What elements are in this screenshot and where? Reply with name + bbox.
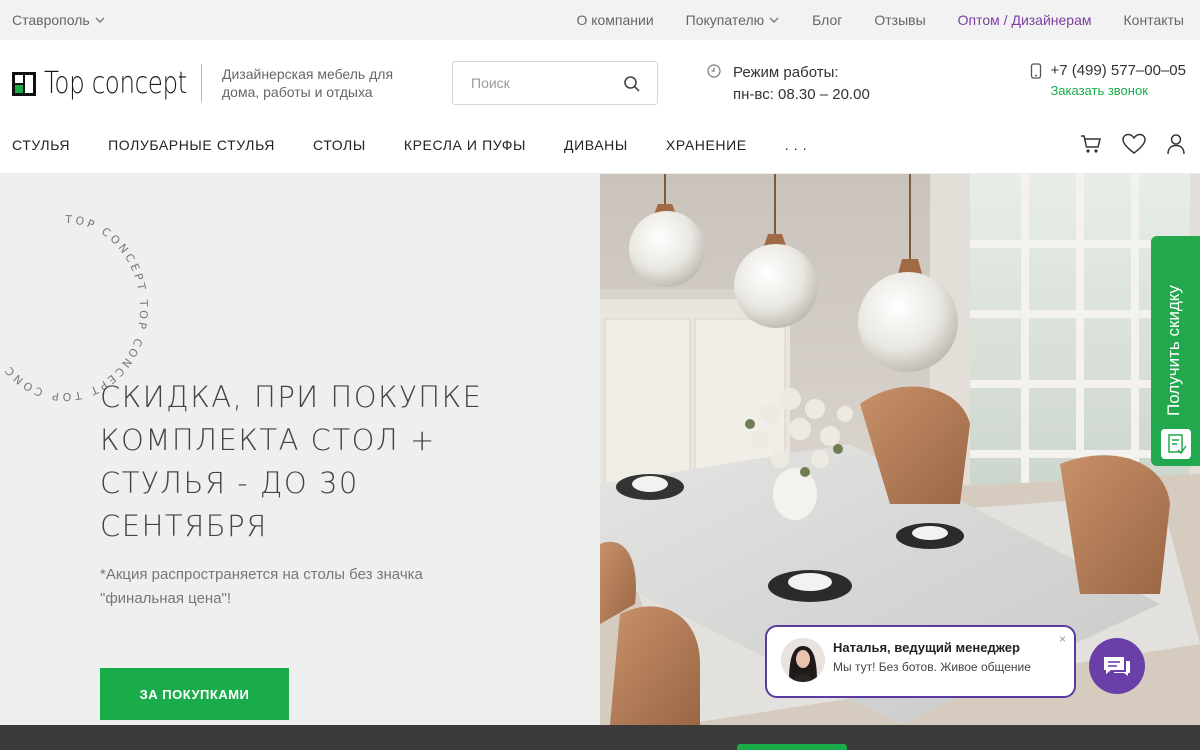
- city-label: Ставрополь: [12, 12, 90, 28]
- cart-icon[interactable]: [1080, 133, 1102, 155]
- category-chairs[interactable]: СТУЛЬЯ: [12, 137, 70, 153]
- category-sofas[interactable]: ДИВАНЫ: [564, 137, 628, 153]
- phone-icon: [1031, 62, 1042, 79]
- manager-avatar: [781, 638, 825, 682]
- top-nav-buyer-label: Покупателю: [685, 12, 765, 28]
- top-nav: О компании Покупателю Блог Отзывы Оптом …: [576, 12, 1184, 28]
- hours-label: Режим работы:: [733, 64, 839, 81]
- search-icon[interactable]: [623, 75, 641, 93]
- top-nav-about[interactable]: О компании: [576, 12, 653, 28]
- chat-message: Мы тут! Без ботов. Живое общение: [833, 660, 1031, 674]
- phone-block: +7 (499) 577–00–05 Заказать звонок: [1030, 62, 1186, 98]
- phone-link[interactable]: +7 (499) 577–00–05: [1030, 62, 1186, 79]
- header: Top concept Дизайнерская мебель для дома…: [0, 40, 1200, 126]
- hero-title: СКИДКА, ПРИ ПОКУПКЕ КОМПЛЕКТА СТОЛ + СТУ…: [100, 380, 483, 543]
- search-box: [452, 61, 658, 105]
- form-icon: [1161, 429, 1191, 459]
- callback-link[interactable]: Заказать звонок: [1050, 83, 1186, 98]
- clock-icon: [707, 64, 721, 78]
- bottom-green-button[interactable]: [737, 744, 847, 750]
- chat-popup[interactable]: Наталья, ведущий менеджер Мы тут! Без бо…: [765, 625, 1076, 698]
- phone-number: +7 (499) 577–00–05: [1050, 62, 1186, 79]
- category-more[interactable]: . . .: [785, 137, 807, 153]
- logo-text: Top concept: [44, 66, 187, 101]
- logo-mark-icon: [12, 71, 36, 96]
- shop-now-button[interactable]: ЗА ПОКУПКАМИ: [100, 668, 289, 720]
- header-icons: [1080, 133, 1186, 155]
- chat-close-icon[interactable]: ×: [1059, 632, 1066, 646]
- category-bar-chairs[interactable]: ПОЛУБАРНЫЕ СТУЛЬЯ: [108, 137, 275, 153]
- header-divider: [201, 64, 202, 102]
- city-selector[interactable]: Ставрополь: [12, 12, 106, 28]
- chat-open-button[interactable]: [1089, 638, 1145, 694]
- bottom-bar: [0, 725, 1200, 750]
- category-storage[interactable]: ХРАНЕНИЕ: [666, 137, 747, 153]
- get-discount-tab[interactable]: Получить скидку: [1151, 236, 1200, 466]
- svg-text:TOP CONCEPT TOP CONCEPT TOP CO: TOP CONCEPT TOP CONCEPT TOP CONC: [1, 213, 150, 403]
- chevron-down-icon: [95, 17, 105, 23]
- tagline: Дизайнерская мебель для дома, работы и о…: [222, 66, 394, 100]
- top-bar: Ставрополь О компании Покупателю Блог От…: [0, 0, 1200, 40]
- top-nav-blog[interactable]: Блог: [812, 12, 842, 28]
- top-nav-reviews[interactable]: Отзывы: [874, 12, 925, 28]
- category-tables[interactable]: СТОЛЫ: [313, 137, 366, 153]
- category-armchairs[interactable]: КРЕСЛА И ПУФЫ: [404, 137, 526, 153]
- chat-manager-name: Наталья, ведущий менеджер: [833, 640, 1020, 655]
- chat-icon: [1104, 657, 1130, 676]
- user-icon[interactable]: [1166, 133, 1186, 155]
- heart-icon[interactable]: [1122, 133, 1146, 155]
- hours-value: пн-вс: 08.30 – 20.00: [733, 86, 870, 103]
- search-input[interactable]: [453, 62, 623, 104]
- chevron-down-icon: [769, 17, 779, 23]
- category-list: СТУЛЬЯ ПОЛУБАРНЫЕ СТУЛЬЯ СТОЛЫ КРЕСЛА И …: [12, 137, 807, 153]
- top-nav-buyer[interactable]: Покупателю: [686, 12, 780, 28]
- category-nav: СТУЛЬЯ ПОЛУБАРНЫЕ СТУЛЬЯ СТОЛЫ КРЕСЛА И …: [0, 126, 1200, 174]
- top-nav-wholesale[interactable]: Оптом / Дизайнерам: [958, 12, 1092, 28]
- top-nav-contacts[interactable]: Контакты: [1124, 12, 1184, 28]
- hero-note: *Акция распространяется на столы без зна…: [100, 566, 423, 607]
- get-discount-label: Получить скидку: [1164, 285, 1183, 416]
- logo[interactable]: Top concept: [12, 66, 218, 101]
- working-hours: Режим работы: пн-вс: 08.30 – 20.00: [707, 62, 870, 106]
